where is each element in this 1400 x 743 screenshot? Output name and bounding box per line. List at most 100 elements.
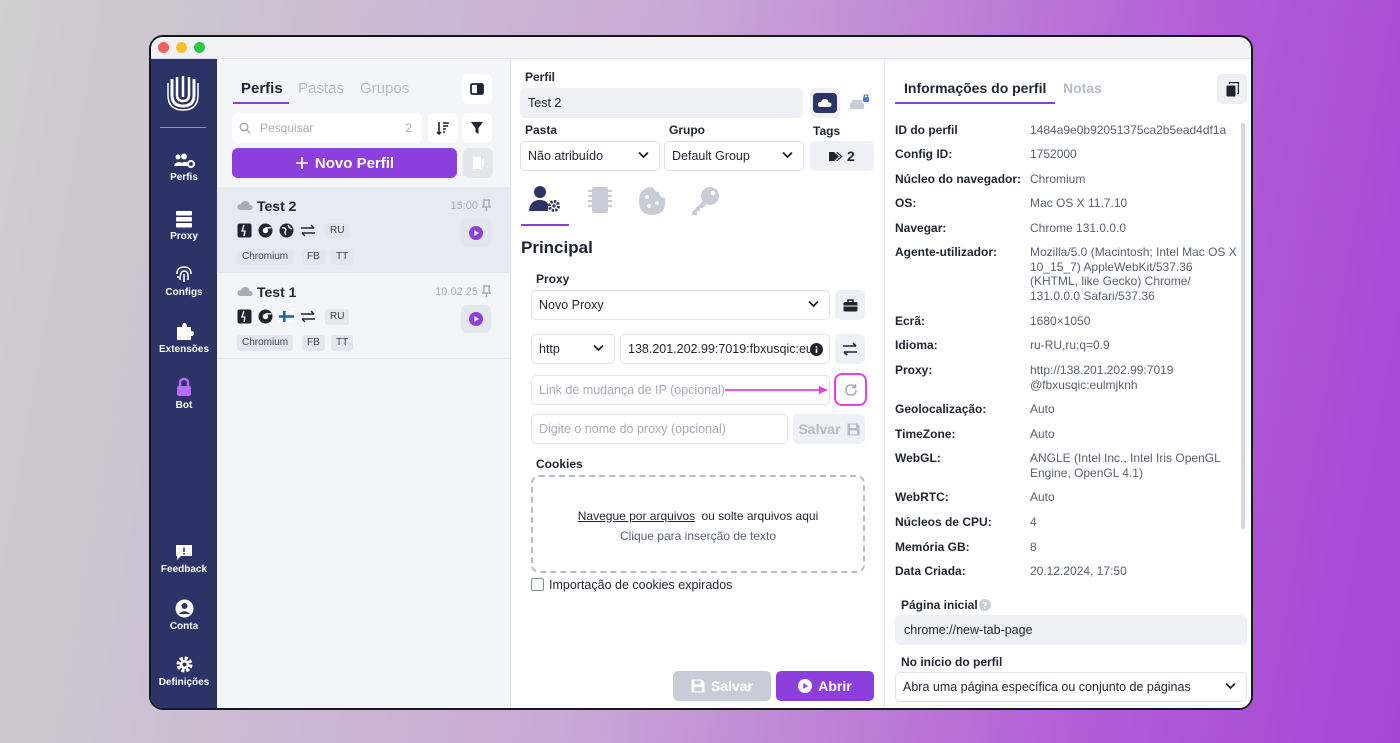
cookies-dropzone[interactable]: Navegue por arquivos ou solte arquivos a… xyxy=(531,475,865,573)
tab-active-underline xyxy=(233,102,289,104)
filter-button[interactable] xyxy=(462,113,492,143)
cloud-icon xyxy=(237,286,253,296)
tab-pastas[interactable]: Pastas xyxy=(298,80,344,97)
nav-item-bot[interactable]: Bot xyxy=(151,377,217,411)
region-badge: RU xyxy=(325,309,350,325)
info-key: Navegar: xyxy=(895,221,947,235)
info-key: ID do perfil xyxy=(895,123,958,137)
zoom-window-button[interactable] xyxy=(194,42,205,53)
profile-name-input[interactable]: Test 2 xyxy=(520,88,803,118)
nav-item-proxy[interactable]: Proxy xyxy=(151,210,217,242)
nav-item-extensoes[interactable]: Extensões xyxy=(151,321,217,355)
copy-icon xyxy=(473,157,484,169)
expired-cookies-label: Importação de cookies expirados xyxy=(549,578,733,592)
profile-name: Test 2 xyxy=(257,198,297,214)
profile-row-test-2[interactable]: Test 2 15:00 RU Chromium FB TT xyxy=(217,187,511,273)
quick-profile-button[interactable] xyxy=(463,148,493,178)
tag-badge: Chromium xyxy=(237,249,294,265)
close-window-button[interactable] xyxy=(158,42,169,53)
help-icon[interactable]: ? xyxy=(979,599,991,611)
profile-row-test-1[interactable]: Test 1 10.02.25 RU Chromium FB TT xyxy=(217,273,511,359)
chevron-down-icon xyxy=(782,151,793,159)
plus-icon xyxy=(295,157,308,169)
save-icon xyxy=(691,679,705,693)
save-proxy-label: Salvar xyxy=(798,421,841,437)
cloud-storage-button[interactable] xyxy=(810,88,840,118)
search-field[interactable]: Pesquisar 2 xyxy=(232,113,422,143)
paste-text-link[interactable]: Clique para inserção de texto xyxy=(533,529,863,543)
swap-icon xyxy=(301,310,315,323)
chrome-icon xyxy=(258,309,273,324)
main-settings-tab[interactable] xyxy=(529,185,561,213)
info-key: Config ID: xyxy=(895,147,953,161)
info-value: Auto xyxy=(1030,490,1055,504)
info-key: Núcleo do navegador: xyxy=(895,172,1022,186)
nav-item-conta[interactable]: Conta xyxy=(151,599,217,632)
folder-value: Não atribuído xyxy=(528,149,604,163)
folder-select[interactable]: Não atribuído xyxy=(520,141,660,171)
play-icon xyxy=(469,226,483,240)
tags-button[interactable]: 2 xyxy=(810,141,874,171)
tags-count: 2 xyxy=(847,148,855,164)
copy-icon xyxy=(1226,81,1239,96)
browse-files-link[interactable]: Navegue por arquivos xyxy=(578,509,695,523)
profile-editor-panel: Perfil Test 2 Pasta Não atribuído Grupo … xyxy=(511,59,885,708)
proxy-manager-button[interactable] xyxy=(835,290,865,320)
info-value: Mac OS X 11.7.10 xyxy=(1030,196,1128,210)
info-tab-underline xyxy=(895,102,1055,104)
swap-proxy-button[interactable] xyxy=(835,334,865,364)
account-icon xyxy=(175,599,193,618)
group-select[interactable]: Default Group xyxy=(664,141,804,171)
nav-label: Configs xyxy=(165,287,203,298)
tab-perfis[interactable]: Perfis xyxy=(241,80,283,97)
launch-profile-button[interactable] xyxy=(461,305,491,333)
local-storage-button[interactable] xyxy=(844,88,874,118)
nav-item-perfis[interactable]: Perfis xyxy=(151,153,217,183)
save-proxy-button[interactable]: Salvar xyxy=(793,414,865,444)
proxy-address-input[interactable]: 138.201.202.99:7019:fbxusqic:eu xyxy=(620,334,830,364)
swap-icon xyxy=(301,224,315,237)
new-profile-button[interactable]: Novo Perfil xyxy=(232,148,457,178)
nav-item-configs[interactable]: Configs xyxy=(151,265,217,298)
tag-badge: FB xyxy=(302,249,325,265)
minimize-window-button[interactable] xyxy=(176,42,187,53)
tab-notes[interactable]: Notas xyxy=(1063,80,1102,96)
nav-label: Feedback xyxy=(160,564,208,575)
open-profile-button[interactable]: Abrir xyxy=(776,671,874,701)
hardware-tab[interactable] xyxy=(586,185,614,215)
save-profile-button[interactable]: Salvar xyxy=(673,671,771,701)
nav-item-definicoes[interactable]: Definições xyxy=(151,655,217,688)
launch-profile-button[interactable] xyxy=(461,219,491,247)
drop-files-text: ou solte arquivos aqui xyxy=(701,509,819,523)
cookies-tab[interactable] xyxy=(638,186,668,216)
proxy-name-input[interactable]: Digite o nome do proxy (opcional) xyxy=(531,414,788,444)
tags-icon xyxy=(829,152,843,161)
tag-badge: TT xyxy=(331,249,354,265)
info-scrollbar[interactable] xyxy=(1241,123,1245,529)
toggle-panel-button[interactable] xyxy=(462,74,492,104)
info-key: WebGL: xyxy=(895,451,941,465)
nav-item-feedback[interactable]: Feedback xyxy=(151,543,217,575)
on-start-select[interactable]: Abra uma página específica ou conjunto d… xyxy=(895,672,1247,702)
tab-profile-info[interactable]: Informações do perfil xyxy=(904,80,1046,96)
info-key: Geolocalização: xyxy=(895,402,987,416)
start-page-input[interactable]: chrome://new-tab-page xyxy=(895,615,1247,645)
refresh-ip-button[interactable] xyxy=(834,373,867,406)
sort-button[interactable] xyxy=(428,113,458,143)
profile-time: 10.02.25 xyxy=(435,286,478,298)
profile-name-value: Test 2 xyxy=(528,96,562,110)
copy-info-button[interactable] xyxy=(1217,74,1247,104)
start-page-value: chrome://new-tab-page xyxy=(904,623,1033,637)
info-value: ANGLE (Intel Inc., Intel Iris OpenGL Eng… xyxy=(1030,451,1221,480)
tab-grupos[interactable]: Grupos xyxy=(360,80,409,97)
tags-label: Tags xyxy=(813,124,841,138)
info-key: Idioma: xyxy=(895,338,938,352)
info-value: Chromium xyxy=(1030,172,1086,186)
gear-icon xyxy=(176,656,192,673)
expired-cookies-checkbox[interactable] xyxy=(531,578,544,591)
server-icon xyxy=(176,211,192,228)
proxy-select[interactable]: Novo Proxy xyxy=(531,290,830,320)
protocol-select[interactable]: http xyxy=(531,334,615,364)
info-key: TimeZone: xyxy=(895,427,956,441)
credentials-tab[interactable] xyxy=(690,186,722,216)
